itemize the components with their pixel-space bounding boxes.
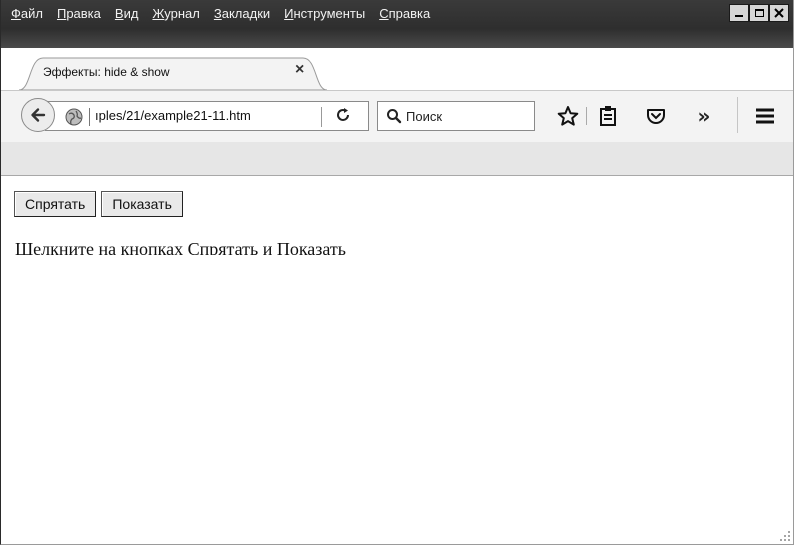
search-icon [387, 109, 402, 124]
menu-file[interactable]: Файл [11, 6, 43, 24]
back-button[interactable] [21, 98, 55, 132]
instruction-paragraph: Щелкните на кнопках Спрятать и Показать [15, 239, 346, 255]
hide-button[interactable]: Спрятать [14, 191, 97, 217]
show-button[interactable]: Показать [101, 191, 183, 217]
toolbar-separator [586, 107, 587, 125]
menu-tools[interactable]: Инструменты [284, 6, 365, 24]
toolbar-strip [1, 142, 793, 176]
back-arrow-icon [31, 108, 46, 122]
overflow-menu-icon[interactable]: » [693, 104, 715, 128]
url-text[interactable]: ıples/21/example21-11.htm [95, 108, 251, 123]
title-bar: Файл Правка Вид Журнал Закладки Инструме… [1, 0, 793, 48]
tab-active[interactable]: Эффекты: hide & show × [19, 56, 327, 90]
navigation-toolbar: ıples/21/example21-11.htm Поиск » [1, 90, 793, 142]
new-tab-button[interactable]: + [335, 54, 359, 78]
pocket-icon[interactable] [645, 105, 667, 127]
hamburger-menu-icon[interactable] [753, 105, 777, 127]
menu-view[interactable]: Вид [115, 6, 139, 24]
search-bar[interactable]: Поиск [377, 101, 535, 131]
toolbar-separator [737, 97, 738, 133]
button-row: Спрятать Показать [14, 191, 183, 217]
resize-grip-icon[interactable] [779, 530, 791, 542]
globe-icon [65, 108, 83, 126]
paragraph-container: Щелкните на кнопках Спрятать и Показать [15, 237, 715, 255]
reload-separator [321, 107, 322, 127]
minimize-icon [735, 15, 743, 17]
menu-history[interactable]: Журнал [152, 6, 199, 24]
url-separator [89, 108, 90, 126]
menu-edit[interactable]: Правка [57, 6, 101, 24]
tab-close-button[interactable]: × [295, 61, 304, 79]
minimize-button[interactable] [729, 4, 749, 22]
menu-help[interactable]: Справка [379, 6, 430, 24]
url-bar[interactable]: ıples/21/example21-11.htm [45, 101, 369, 131]
close-icon [774, 8, 784, 18]
close-window-button[interactable] [769, 4, 789, 22]
maximize-button[interactable] [749, 4, 769, 22]
reload-icon[interactable] [335, 107, 351, 127]
search-placeholder: Поиск [406, 109, 443, 124]
maximize-icon [754, 9, 764, 17]
window-controls [729, 4, 789, 22]
tab-title: Эффекты: hide & show [43, 65, 170, 79]
page-content: Спрятать Показать Щелкните на кнопках Сп… [1, 177, 793, 544]
bookmark-star-icon[interactable] [557, 105, 579, 127]
menu-bookmarks[interactable]: Закладки [214, 6, 270, 24]
browser-window: Файл Правка Вид Журнал Закладки Инструме… [0, 0, 794, 545]
library-icon[interactable] [597, 105, 619, 127]
menu-bar: Файл Правка Вид Журнал Закладки Инструме… [11, 6, 444, 24]
